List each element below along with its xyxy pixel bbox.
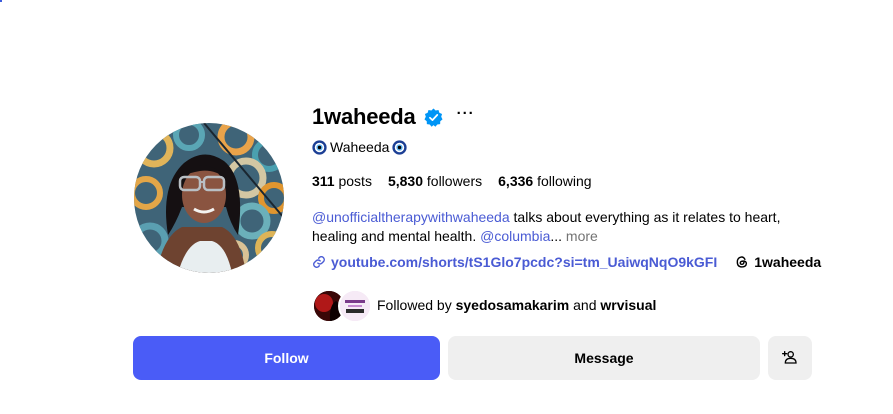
bio-mention-link[interactable]: @unofficialtherapywithwaheeda	[312, 209, 510, 225]
verified-badge-icon	[424, 107, 443, 127]
follower-avatars	[312, 288, 372, 323]
posts-label: posts	[338, 173, 372, 189]
following-stat[interactable]: 6,336 following	[498, 173, 591, 189]
full-name-row: Waheeda	[312, 136, 872, 158]
profile-avatar[interactable]	[134, 123, 284, 273]
followed-by-row[interactable]: Followed by syedosamakarim and wrvisual	[312, 288, 872, 323]
posts-count: 311	[312, 173, 335, 189]
links-row: youtube.com/shorts/tS1Glo7pcdc?si=tm_Uai…	[312, 252, 872, 272]
followed-by-text: Followed by syedosamakarim and wrvisual	[377, 297, 656, 313]
profile-stats: 311 posts 5,830 followers 6,336 followin…	[312, 171, 872, 191]
followed-by-conjunction: and	[569, 297, 601, 313]
bio-mention-link[interactable]: @columbia	[480, 228, 550, 244]
link-icon	[312, 255, 326, 269]
follow-button[interactable]: Follow	[133, 336, 440, 380]
follower-avatar	[338, 289, 372, 323]
bio-more-link[interactable]: more	[562, 228, 598, 244]
threads-icon	[735, 255, 749, 269]
username: 1waheeda	[312, 104, 416, 129]
more-options-button[interactable]: ···	[457, 105, 475, 122]
bio: @unofficialtherapywithwaheeda talks abou…	[312, 208, 792, 246]
followed-by-prefix: Followed by	[377, 297, 456, 313]
threads-link[interactable]: 1waheeda	[735, 254, 821, 270]
following-count: 6,336	[498, 173, 534, 189]
bio-ellipsis: ...	[550, 228, 563, 244]
followers-stat[interactable]: 5,830 followers	[388, 173, 482, 189]
corner-dot	[0, 0, 2, 2]
full-name: Waheeda	[330, 139, 390, 155]
profile-info: 1waheeda ··· Waheeda 311 posts 5,830 fol…	[312, 100, 872, 323]
avatar-image	[134, 123, 284, 273]
nazar-eye-icon	[312, 139, 327, 155]
nazar-eye-icon	[392, 139, 408, 155]
suggested-accounts-button[interactable]	[768, 336, 812, 380]
external-link[interactable]: youtube.com/shorts/tS1Glo7pcdc?si=tm_Uai…	[331, 254, 717, 270]
username-row: 1waheeda ···	[312, 100, 872, 134]
message-button[interactable]: Message	[448, 336, 760, 380]
followers-count: 5,830	[387, 173, 423, 189]
posts-stat: 311 posts	[312, 173, 372, 189]
mutual-follower[interactable]: syedosamakarim	[456, 297, 570, 313]
followers-label: followers	[426, 173, 483, 189]
threads-handle: 1waheeda	[754, 254, 822, 270]
following-label: following	[537, 173, 592, 189]
mutual-follower[interactable]: wrvisual	[600, 297, 656, 313]
add-person-icon	[782, 349, 798, 368]
